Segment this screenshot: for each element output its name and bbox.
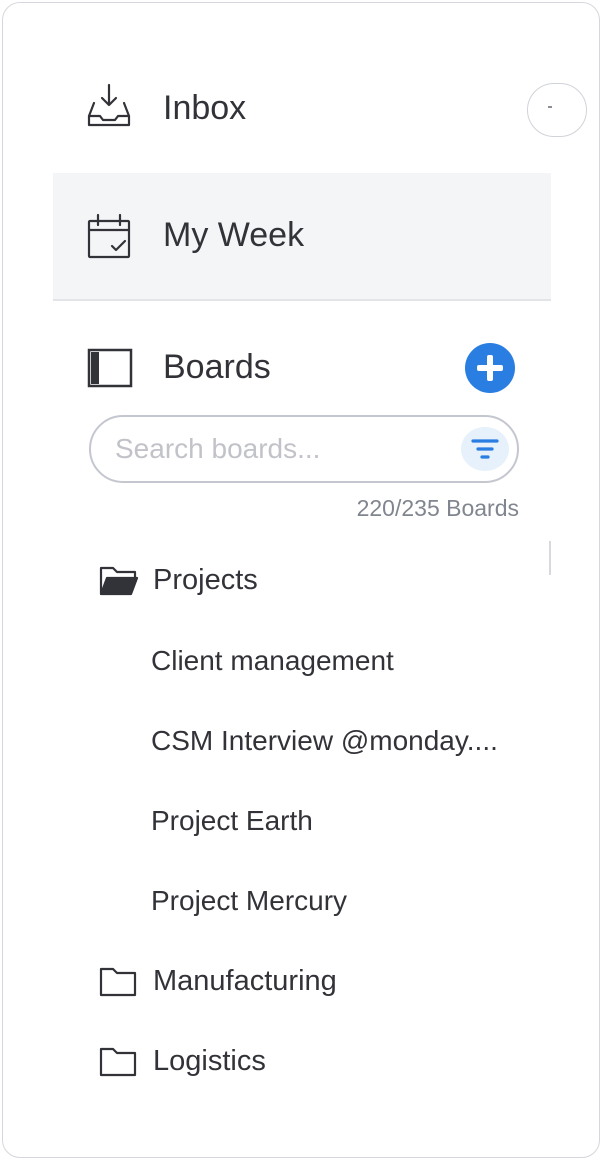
boards-heading: Boards	[163, 348, 271, 386]
folder-icon	[99, 1045, 139, 1084]
board-item[interactable]: Project Earth	[151, 805, 313, 837]
folder-label-logistics: Logistics	[153, 1045, 266, 1077]
nav-item-inbox[interactable]: Inbox	[53, 51, 587, 175]
board-item[interactable]: CSM Interview @monday....	[151, 725, 498, 757]
folder-icon	[99, 965, 139, 1004]
board-count: 220/235 Boards	[356, 495, 519, 521]
board-item[interactable]: Project Mercury	[151, 885, 347, 917]
calendar-check-icon	[85, 213, 133, 266]
inbox-icon	[85, 81, 133, 134]
scrollbar[interactable]	[549, 541, 551, 575]
folder-open-icon	[99, 564, 139, 603]
board-item[interactable]: Client management	[151, 645, 394, 677]
filter-funnel-icon	[471, 439, 499, 459]
nav-item-my-week[interactable]: My Week	[53, 173, 551, 301]
board-panel-icon	[87, 348, 133, 393]
folder-label-projects: Projects	[153, 564, 258, 596]
collapse-icon	[548, 106, 552, 108]
search-boards-input[interactable]	[113, 430, 447, 468]
search-boards-box[interactable]	[89, 415, 519, 483]
filter-button[interactable]	[461, 427, 509, 471]
sidebar-panel: Inbox My Week Boards 220/235 Boards	[2, 2, 600, 1158]
collapse-sidebar-button[interactable]	[527, 83, 587, 137]
nav-label-inbox: Inbox	[163, 89, 247, 127]
folder-label-manufacturing: Manufacturing	[153, 965, 337, 997]
nav-label-my-week: My Week	[163, 216, 305, 254]
add-board-button[interactable]	[465, 343, 515, 393]
